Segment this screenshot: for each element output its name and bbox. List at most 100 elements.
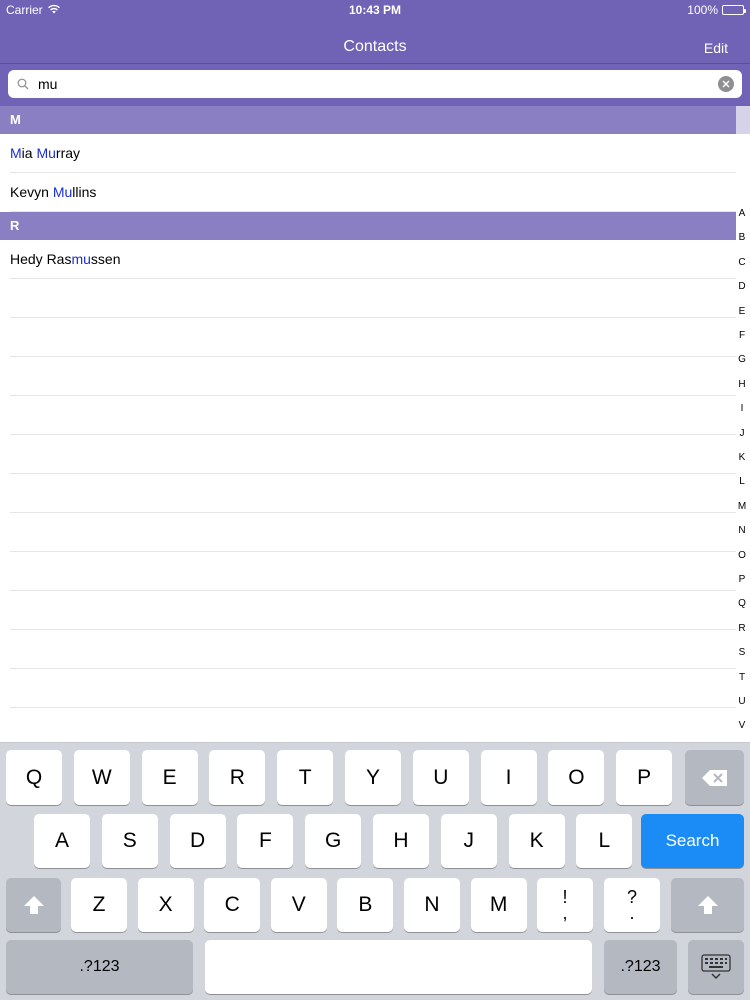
key-v[interactable]: V <box>270 878 327 932</box>
empty-row <box>10 708 736 742</box>
scroll-indicator <box>736 106 750 134</box>
key-d[interactable]: D <box>169 814 226 868</box>
key-y[interactable]: Y <box>345 750 401 805</box>
index-letter[interactable]: O <box>734 550 750 561</box>
key-p[interactable]: P <box>616 750 673 805</box>
battery-group: 100% <box>687 3 746 17</box>
key-n[interactable]: N <box>404 878 460 932</box>
index-letter[interactable]: M <box>734 501 750 512</box>
backspace-key[interactable] <box>685 750 744 805</box>
page-title: Contacts <box>343 38 407 55</box>
keyboard: Q W E R T Y U I O P A S D F G H J K L Search Z X C V B N M!,?. .?12… <box>0 742 750 1000</box>
index-letter[interactable]: E <box>734 306 750 317</box>
contacts-list[interactable]: M Mia Murray Kevyn Mullins R Hedy Rasmussen <box>0 106 736 742</box>
section-index[interactable]: A B C D E F G H I J K L M N O P Q R S T U V <box>734 208 750 738</box>
empty-row <box>10 435 736 474</box>
section-header: R <box>0 212 736 240</box>
key-f[interactable]: F <box>237 814 294 868</box>
key-b[interactable]: B <box>337 878 394 932</box>
key-k[interactable]: K <box>508 814 565 868</box>
key-g[interactable]: G <box>305 814 362 868</box>
shift-key-right[interactable] <box>671 878 744 932</box>
key-j[interactable]: J <box>440 814 497 868</box>
edit-button[interactable]: Edit <box>704 40 728 56</box>
shift-key-left[interactable] <box>6 878 61 932</box>
space-key[interactable] <box>205 940 592 994</box>
key-c[interactable]: C <box>204 878 261 932</box>
section-header: M <box>0 106 736 134</box>
key-bottom-label: . <box>629 903 635 923</box>
index-letter[interactable]: F <box>734 330 750 341</box>
index-letter[interactable]: C <box>734 257 750 268</box>
index-letter[interactable]: K <box>734 452 750 463</box>
index-letter[interactable]: Q <box>734 598 750 609</box>
index-letter[interactable]: R <box>734 623 750 634</box>
key-m[interactable]: M <box>470 878 527 932</box>
match-highlight: mu <box>71 251 91 267</box>
index-letter[interactable]: L <box>734 476 750 487</box>
hide-keyboard-key[interactable] <box>688 940 744 994</box>
key-s[interactable]: S <box>101 814 158 868</box>
empty-row <box>10 591 736 630</box>
match-highlight: Mu <box>36 145 56 161</box>
index-letter[interactable]: A <box>734 208 750 219</box>
exclamation-comma-key[interactable]: !, <box>537 878 593 932</box>
contact-name-text: Hedy Ras <box>10 251 72 267</box>
empty-row <box>10 552 736 591</box>
empty-row <box>10 630 736 669</box>
index-letter[interactable]: T <box>734 672 750 683</box>
contact-row[interactable]: Kevyn Mullins <box>10 173 736 212</box>
search-input[interactable] <box>34 70 718 98</box>
question-period-key[interactable]: ?. <box>604 878 660 932</box>
empty-row <box>10 396 736 435</box>
contact-name-text: llins <box>72 184 97 200</box>
key-u[interactable]: U <box>412 750 469 805</box>
numbers-key-right[interactable]: .?123 <box>604 940 677 994</box>
key-z[interactable]: Z <box>71 878 127 932</box>
empty-row <box>10 669 736 708</box>
index-letter[interactable]: H <box>734 379 750 390</box>
shift-icon <box>697 896 718 914</box>
battery-icon <box>722 5 746 15</box>
key-q[interactable]: Q <box>6 750 62 805</box>
index-letter[interactable]: U <box>734 696 750 707</box>
contact-name-text: Kevyn <box>10 184 53 200</box>
navigation-bar: Contacts Edit <box>0 20 750 64</box>
empty-row <box>10 513 736 552</box>
search-key[interactable]: Search <box>641 814 744 868</box>
numbers-key-left[interactable]: .?123 <box>6 940 193 994</box>
empty-row <box>10 357 736 396</box>
key-bottom-label: , <box>562 903 568 923</box>
status-bar: Carrier 10:43 PM 100% <box>0 0 750 20</box>
key-i[interactable]: I <box>480 750 537 805</box>
index-letter[interactable]: J <box>734 428 750 439</box>
index-letter[interactable]: N <box>734 525 750 536</box>
key-l[interactable]: L <box>576 814 633 868</box>
empty-row <box>10 474 736 513</box>
index-letter[interactable]: G <box>734 354 750 365</box>
contact-name-text: ssen <box>90 251 121 267</box>
clear-search-icon[interactable] <box>718 76 734 92</box>
contact-row[interactable]: Hedy Rasmussen <box>10 240 736 279</box>
match-highlight: M <box>10 145 22 161</box>
index-letter[interactable]: S <box>734 647 750 658</box>
key-x[interactable]: X <box>137 878 194 932</box>
key-r[interactable]: R <box>209 750 266 805</box>
contact-row[interactable]: Mia Murray <box>10 134 736 173</box>
key-w[interactable]: W <box>73 750 130 805</box>
index-letter[interactable]: P <box>734 574 750 585</box>
empty-row <box>10 318 736 357</box>
search-icon <box>12 70 34 98</box>
index-letter[interactable]: I <box>734 403 750 414</box>
key-o[interactable]: O <box>548 750 605 805</box>
key-t[interactable]: T <box>277 750 334 805</box>
index-letter[interactable]: B <box>734 232 750 243</box>
status-time: 10:43 PM <box>348 3 402 17</box>
key-e[interactable]: E <box>141 750 198 805</box>
index-letter[interactable]: V <box>734 720 750 731</box>
match-highlight: Mu <box>52 184 73 200</box>
shift-icon <box>23 896 44 914</box>
index-letter[interactable]: D <box>734 281 750 292</box>
key-h[interactable]: H <box>373 814 429 868</box>
key-a[interactable]: A <box>34 814 90 868</box>
